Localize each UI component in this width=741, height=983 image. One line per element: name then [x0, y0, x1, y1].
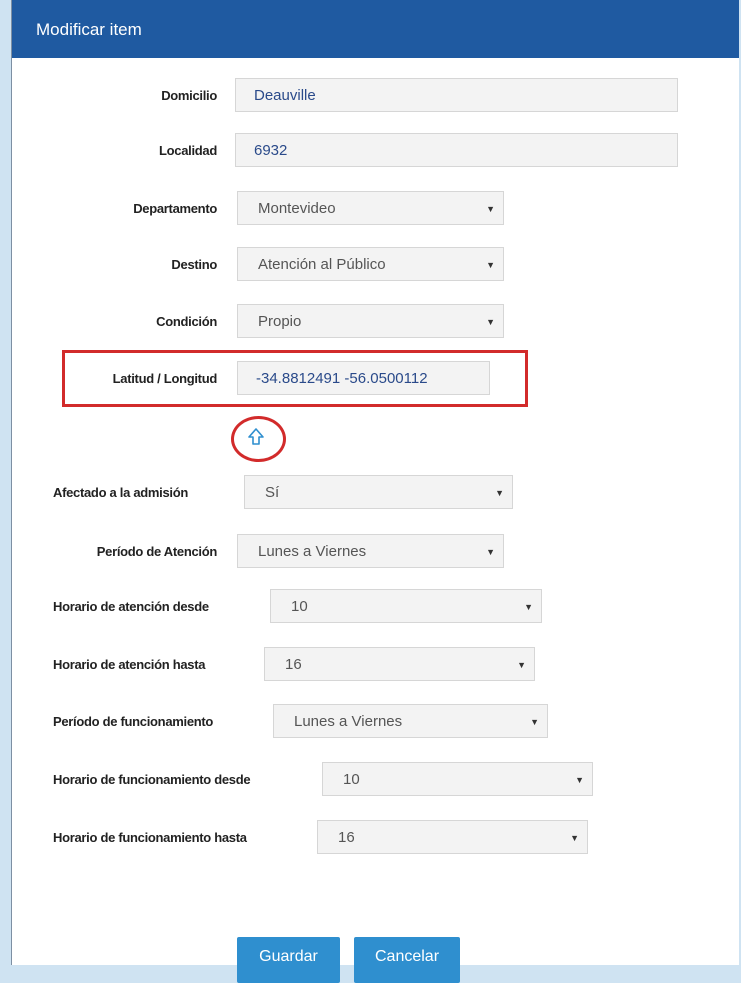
horario-atencion-hasta-select[interactable]: 16 ▼	[264, 647, 535, 681]
afectado-select[interactable]: Sí ▼	[244, 475, 513, 509]
periodo-funcionamiento-select[interactable]: Lunes a Viernes ▼	[273, 704, 548, 738]
condicion-select[interactable]: Propio ▼	[237, 304, 504, 338]
chevron-down-icon: ▼	[517, 660, 526, 670]
chevron-down-icon: ▼	[570, 833, 579, 843]
localidad-label: Localidad	[159, 143, 217, 158]
domicilio-label: Domicilio	[161, 88, 217, 103]
dialog-title: Modificar item	[36, 20, 142, 39]
chevron-down-icon: ▼	[524, 602, 533, 612]
horario-func-desde-label: Horario de funcionamiento desde	[53, 772, 251, 787]
horario-func-hasta-value: 16	[338, 829, 355, 846]
periodo-atencion-select[interactable]: Lunes a Viernes ▼	[237, 534, 504, 568]
horario-atencion-desde-label: Horario de atención desde	[53, 599, 209, 614]
afectado-value: Sí	[265, 484, 280, 501]
horario-func-desde-value: 10	[343, 771, 360, 788]
cancel-button[interactable]: Cancelar	[354, 937, 460, 983]
up-arrow-icon[interactable]	[247, 427, 265, 447]
periodo-atencion-value: Lunes a Viernes	[258, 543, 367, 560]
latlong-highlight-box	[62, 350, 528, 407]
chevron-down-icon: ▼	[486, 260, 495, 270]
chevron-down-icon: ▼	[486, 547, 495, 557]
localidad-input[interactable]: 6932	[235, 133, 678, 167]
chevron-down-icon: ▼	[486, 204, 495, 214]
save-button[interactable]: Guardar	[237, 937, 340, 983]
departamento-select[interactable]: Montevideo ▼	[237, 191, 504, 225]
horario-atencion-desde-select[interactable]: 10 ▼	[270, 589, 542, 623]
horario-func-hasta-label: Horario de funcionamiento hasta	[53, 830, 247, 845]
departamento-value: Montevideo	[258, 200, 336, 217]
domicilio-input[interactable]: Deauville	[235, 78, 678, 112]
chevron-down-icon: ▼	[530, 717, 539, 727]
destino-value: Atención al Público	[258, 256, 386, 273]
horario-atencion-hasta-label: Horario de atención hasta	[53, 657, 206, 672]
edit-item-dialog: Modificar item Domicilio Deauville Local…	[11, 0, 739, 983]
horario-func-hasta-select[interactable]: 16 ▼	[317, 820, 588, 854]
condicion-label: Condición	[156, 314, 217, 329]
horario-atencion-desde-value: 10	[291, 598, 308, 615]
periodo-atencion-label: Período de Atención	[96, 544, 218, 559]
periodo-funcionamiento-label: Período de funcionamiento	[53, 714, 214, 729]
chevron-down-icon: ▼	[486, 317, 495, 327]
dialog-title-bar: Modificar item	[12, 0, 739, 58]
condicion-value: Propio	[258, 313, 302, 330]
horario-atencion-hasta-value: 16	[285, 656, 302, 673]
periodo-funcionamiento-value: Lunes a Viernes	[294, 713, 403, 730]
chevron-down-icon: ▼	[495, 488, 504, 498]
destino-select[interactable]: Atención al Público ▼	[237, 247, 504, 281]
departamento-label: Departamento	[133, 201, 217, 216]
horario-func-desde-select[interactable]: 10 ▼	[322, 762, 593, 796]
afectado-label: Afectado a la admisión	[53, 485, 188, 500]
chevron-down-icon: ▼	[575, 775, 584, 785]
destino-label: Destino	[171, 257, 217, 272]
